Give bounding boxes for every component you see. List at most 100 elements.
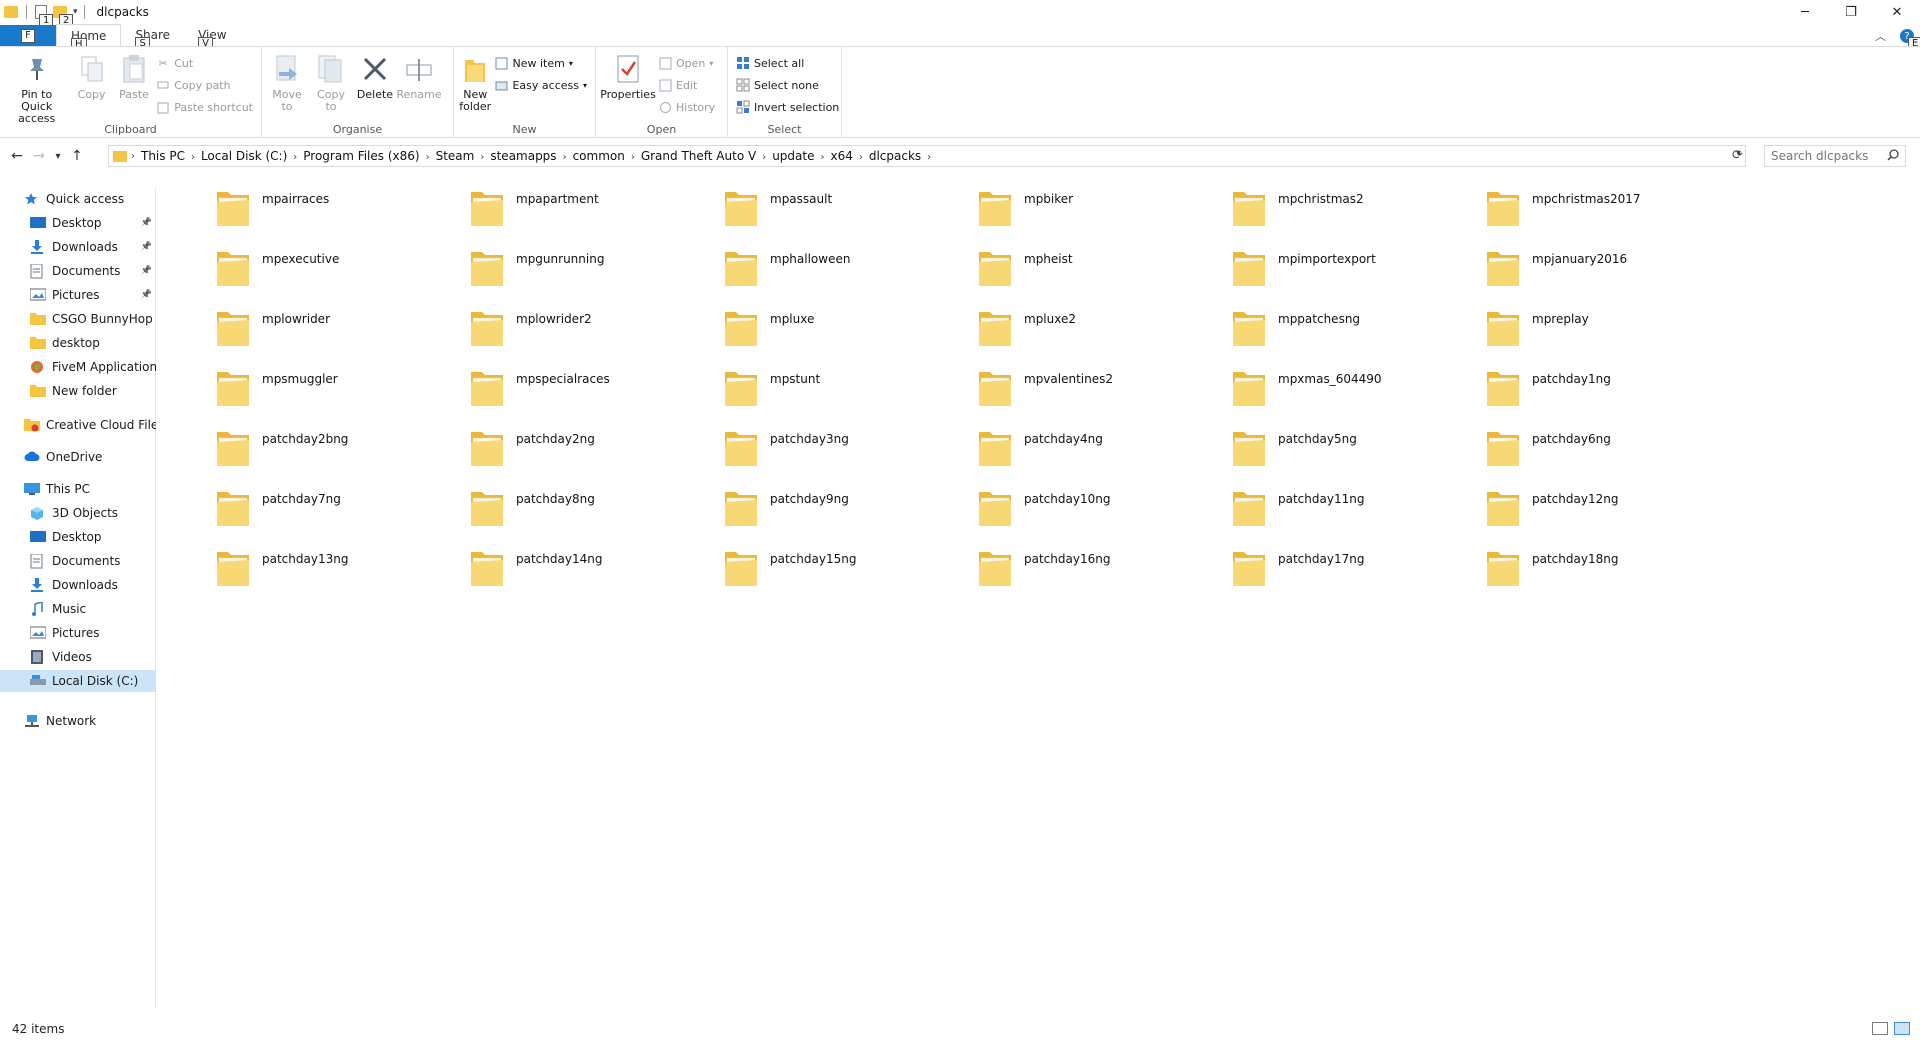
nav-pc-item[interactable]: Music xyxy=(0,598,156,620)
folder-item[interactable]: patchday15ng xyxy=(724,546,978,606)
folder-item[interactable]: mpchristmas2 xyxy=(1232,186,1486,246)
folder-item[interactable]: mphalloween xyxy=(724,246,978,306)
folder-item[interactable]: patchday7ng xyxy=(216,486,470,546)
folder-item[interactable]: mppatchesng xyxy=(1232,306,1486,366)
nav-pc-item[interactable]: 3D Objects xyxy=(0,502,156,524)
help-icon[interactable]: ? E xyxy=(1900,29,1920,51)
folder-item[interactable]: patchday2ng xyxy=(470,426,724,486)
nav-quick-item[interactable]: FiveM Application D xyxy=(0,356,156,378)
folder-item[interactable]: patchday6ng xyxy=(1486,426,1740,486)
new-item-button[interactable]: New item ▾ xyxy=(494,55,587,71)
folder-item[interactable]: mpstunt xyxy=(724,366,978,426)
folder-item[interactable]: patchday9ng xyxy=(724,486,978,546)
folder-item[interactable]: mpassault xyxy=(724,186,978,246)
breadcrumb-chevron-icon[interactable]: › xyxy=(927,152,931,163)
folder-item[interactable]: patchday13ng xyxy=(216,546,470,606)
folder-item[interactable]: patchday10ng xyxy=(978,486,1232,546)
search-box[interactable] xyxy=(1764,145,1906,167)
folder-item[interactable]: patchday5ng xyxy=(1232,426,1486,486)
folder-item[interactable]: mpchristmas2017 xyxy=(1486,186,1740,246)
nav-this-pc[interactable]: This PC xyxy=(0,478,156,500)
up-arrow-icon[interactable]: ↑ xyxy=(66,145,88,167)
folder-item[interactable]: mpjanuary2016 xyxy=(1486,246,1740,306)
history-button[interactable]: History xyxy=(658,99,715,115)
breadcrumb-item[interactable]: Program Files (x86) xyxy=(297,149,425,163)
folder-item[interactable]: patchday11ng xyxy=(1232,486,1486,546)
breadcrumb-item[interactable]: update xyxy=(766,149,820,163)
folder-item[interactable]: mpreplay xyxy=(1486,306,1740,366)
breadcrumb-item[interactable]: common xyxy=(567,149,631,163)
breadcrumb-item[interactable]: x64 xyxy=(824,149,858,163)
folder-item[interactable]: mpimportexport xyxy=(1232,246,1486,306)
nav-quick-access[interactable]: Quick access xyxy=(0,188,156,210)
nav-quick-item[interactable]: Pictures 📌 xyxy=(0,284,156,306)
folder-item[interactable]: patchday2bng xyxy=(216,426,470,486)
folder-item[interactable]: patchday8ng xyxy=(470,486,724,546)
folder-item[interactable]: mpxmas_604490 xyxy=(1232,366,1486,426)
folder-item[interactable]: mpluxe2 xyxy=(978,306,1232,366)
nav-quick-item[interactable]: CSGO BunnyHop Sc xyxy=(0,308,156,330)
close-button[interactable]: ✕ xyxy=(1874,0,1920,24)
minimize-ribbon-chevron-icon[interactable]: ︿ xyxy=(1875,28,1886,44)
folder-item[interactable]: mpluxe xyxy=(724,306,978,366)
breadcrumb-item[interactable]: Grand Theft Auto V xyxy=(635,149,762,163)
nav-quick-item[interactable]: desktop xyxy=(0,332,156,354)
open-button[interactable]: Open ▾ xyxy=(658,55,715,71)
breadcrumb-item[interactable]: steamapps xyxy=(484,149,562,163)
copy-path-button[interactable]: Copy path xyxy=(156,77,253,93)
breadcrumb-chevron-icon[interactable]: › xyxy=(426,152,430,163)
new-folder-qat-icon[interactable]: 2 xyxy=(53,4,74,28)
folder-item[interactable]: patchday14ng xyxy=(470,546,724,606)
tab-file[interactable]: F xyxy=(0,25,56,46)
select-none-button[interactable]: Select none xyxy=(736,77,839,93)
nav-quick-item[interactable]: Documents 📌 xyxy=(0,260,156,282)
breadcrumb-item[interactable]: This PC xyxy=(135,149,191,163)
folder-item[interactable]: patchday17ng xyxy=(1232,546,1486,606)
folder-item[interactable]: mpspecialraces xyxy=(470,366,724,426)
tab-view[interactable]: View V xyxy=(184,24,240,51)
select-all-button[interactable]: Select all xyxy=(736,55,839,71)
folder-item[interactable]: patchday1ng xyxy=(1486,366,1740,426)
nav-pc-item[interactable]: Local Disk (C:) xyxy=(0,670,156,692)
folder-item[interactable]: mpheist xyxy=(978,246,1232,306)
breadcrumb-item[interactable]: dlcpacks xyxy=(863,149,927,163)
nav-onedrive[interactable]: OneDrive xyxy=(0,446,156,468)
maximize-button[interactable]: ❐ xyxy=(1828,0,1874,24)
nav-pc-item[interactable]: Pictures xyxy=(0,622,156,644)
address-bar[interactable]: › This PC › Local Disk (C:) › Program Files … xyxy=(108,145,1746,167)
search-input[interactable] xyxy=(1771,149,1881,163)
nav-pc-item[interactable]: Videos xyxy=(0,646,156,668)
minimize-button[interactable]: ─ xyxy=(1782,0,1828,24)
tab-share[interactable]: Share S xyxy=(121,24,184,51)
nav-pc-item[interactable]: Desktop xyxy=(0,526,156,548)
folder-item[interactable]: mpgunrunning xyxy=(470,246,724,306)
folder-item[interactable]: mpvalentines2 xyxy=(978,366,1232,426)
breadcrumb-item[interactable]: Steam xyxy=(430,149,481,163)
back-arrow-icon[interactable]: ← xyxy=(6,145,28,167)
folder-item[interactable]: mpairraces xyxy=(216,186,470,246)
large-icons-view-icon[interactable] xyxy=(1894,1022,1910,1035)
edit-button[interactable]: Edit xyxy=(658,77,715,93)
nav-quick-item[interactable]: Desktop 📌 xyxy=(0,212,156,234)
refresh-icon[interactable]: ⟳ xyxy=(1732,148,1743,163)
recent-locations-chevron-icon[interactable]: ▾ xyxy=(50,145,66,167)
forward-arrow-icon[interactable]: → xyxy=(28,145,50,167)
folder-item[interactable]: patchday3ng xyxy=(724,426,978,486)
customize-qat-dropdown-icon[interactable]: ▾ xyxy=(73,7,78,17)
nav-network[interactable]: Network xyxy=(0,710,156,732)
easy-access-button[interactable]: Easy access ▾ xyxy=(494,77,587,93)
nav-pc-item[interactable]: Documents xyxy=(0,550,156,572)
paste-shortcut-button[interactable]: Paste shortcut xyxy=(156,99,253,115)
breadcrumb-item[interactable]: Local Disk (C:) xyxy=(195,149,293,163)
invert-selection-button[interactable]: Invert selection xyxy=(736,99,839,115)
nav-pc-item[interactable]: Downloads xyxy=(0,574,156,596)
nav-quick-item[interactable]: New folder xyxy=(0,380,156,402)
folder-item[interactable]: patchday18ng xyxy=(1486,546,1740,606)
folder-item[interactable]: mplowrider xyxy=(216,306,470,366)
folder-item[interactable]: mpapartment xyxy=(470,186,724,246)
folder-item[interactable]: mpsmuggler xyxy=(216,366,470,426)
nav-creative-cloud[interactable]: Creative Cloud Files xyxy=(0,414,156,436)
folder-item[interactable]: mpexecutive xyxy=(216,246,470,306)
folder-item[interactable]: mplowrider2 xyxy=(470,306,724,366)
folder-item[interactable]: mpbiker xyxy=(978,186,1232,246)
